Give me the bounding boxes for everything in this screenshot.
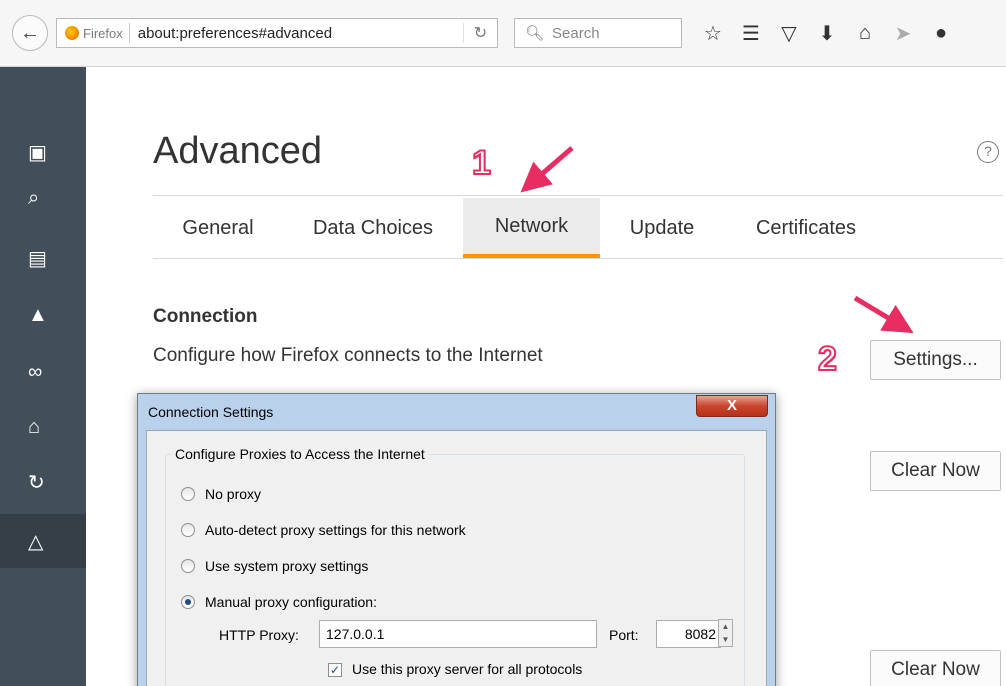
sidebar-item-privacy[interactable]: ∞ <box>0 350 86 394</box>
port-label: Port: <box>609 627 639 643</box>
rocket-icon: ▲ <box>28 303 48 326</box>
tab-certificates[interactable]: Certificates <box>724 198 888 258</box>
toolbar-icons: ☆ ☰ ▽ ⬇︎ ⌂ ➤ ● <box>694 18 960 48</box>
sync-icon: ↻ <box>28 471 45 494</box>
identity-label: Firefox <box>83 25 123 41</box>
port-input[interactable]: 8082 <box>656 620 721 648</box>
clear-now-button[interactable]: Clear Now <box>870 451 1001 491</box>
url-bar[interactable]: Firefox about:preferences#advanced ↻ <box>56 18 498 48</box>
radio-button[interactable] <box>181 487 195 501</box>
preferences-sidebar: ▣ ⌕ ▤ ▲ ∞ ⌂ ↻ △ <box>0 67 86 686</box>
share-icon[interactable]: ➤ <box>884 18 922 48</box>
help-icon[interactable]: ? <box>977 141 999 163</box>
radio-button[interactable] <box>181 559 195 573</box>
connection-settings-dialog: Connection Settings X Configure Proxies … <box>137 393 776 686</box>
radio-manual-proxy[interactable]: Manual proxy configuration: <box>181 594 377 610</box>
back-button[interactable]: ← <box>12 15 48 51</box>
sidebar-item-security[interactable]: ⌂ <box>0 405 86 449</box>
tab-data-choices[interactable]: Data Choices <box>283 198 463 258</box>
http-proxy-label: HTTP Proxy: <box>219 627 299 643</box>
search-bar[interactable]: 🔍︎ Search <box>514 18 682 48</box>
sidebar-item-search[interactable]: ⌕ <box>0 176 86 220</box>
proxy-group-label: Configure Proxies to Access the Internet <box>171 446 429 462</box>
search-icon: 🔍︎ <box>525 25 545 42</box>
divider <box>153 258 1003 259</box>
account-icon[interactable]: ● <box>922 18 960 48</box>
home-icon[interactable]: ⌂ <box>846 18 884 48</box>
radio-no-proxy[interactable]: No proxy <box>181 486 261 502</box>
use-all-checkbox[interactable]: ✓ <box>328 663 342 677</box>
dialog-title: Connection Settings <box>148 404 274 420</box>
radio-label: Use system proxy settings <box>205 558 369 574</box>
radio-button[interactable] <box>181 523 195 537</box>
arrow-1 <box>520 146 574 193</box>
use-all-label: Use this proxy server for all protocols <box>352 661 583 677</box>
reload-icon[interactable]: ↻ <box>463 23 497 43</box>
general-icon: ▣ <box>28 141 47 164</box>
close-button[interactable]: X <box>696 395 768 417</box>
connection-heading: Connection <box>153 306 258 327</box>
connection-description: Configure how Firefox connects to the In… <box>153 345 543 366</box>
dialog-body: Configure Proxies to Access the Internet… <box>146 430 767 686</box>
mask-icon: ∞ <box>28 360 43 383</box>
sidebar-item-advanced[interactable]: △ <box>0 514 86 568</box>
wizard-hat-icon: △ <box>28 530 44 553</box>
annotation-step-1: 1 <box>471 143 492 183</box>
pocket-icon[interactable]: ▽ <box>770 18 808 48</box>
http-proxy-input[interactable]: 127.0.0.1 <box>319 620 597 648</box>
arrow-2 <box>853 295 914 334</box>
document-icon: ▤ <box>28 247 47 270</box>
settings-button[interactable]: Settings... <box>870 340 1001 380</box>
radio-auto-detect[interactable]: Auto-detect proxy settings for this netw… <box>181 522 466 538</box>
bookmark-star-icon[interactable]: ☆ <box>694 18 732 48</box>
firefox-icon <box>65 26 79 40</box>
sidebar-item-applications[interactable]: ▲ <box>0 293 86 337</box>
radio-system-proxy[interactable]: Use system proxy settings <box>181 558 368 574</box>
clear-now-button[interactable]: Clear Now <box>870 650 1001 686</box>
tab-bar: General Data Choices Network Update Cert… <box>153 198 888 258</box>
sidebar-item-general[interactable]: ▣ <box>0 130 86 174</box>
page-title: Advanced <box>153 130 323 172</box>
url-text[interactable]: about:preferences#advanced <box>130 25 463 42</box>
search-icon: ⌕ <box>28 186 40 209</box>
sidebar-item-content[interactable]: ▤ <box>0 236 86 280</box>
back-arrow-icon: ← <box>20 21 40 44</box>
divider <box>153 195 1003 196</box>
download-icon[interactable]: ⬇︎ <box>808 18 846 48</box>
port-spinner[interactable]: ▲ ▼ <box>718 619 733 647</box>
chevron-down-icon[interactable]: ▼ <box>722 635 730 644</box>
chevron-up-icon[interactable]: ▲ <box>722 622 730 631</box>
tab-network[interactable]: Network <box>463 198 600 258</box>
annotation-step-2: 2 <box>817 339 838 379</box>
search-placeholder: Search <box>552 24 600 42</box>
radio-label: Auto-detect proxy settings for this netw… <box>205 522 466 538</box>
radio-label: No proxy <box>205 486 262 502</box>
browser-toolbar: ← Firefox about:preferences#advanced ↻ 🔍… <box>0 0 1006 67</box>
radio-button[interactable] <box>181 595 195 609</box>
reading-list-icon[interactable]: ☰ <box>732 18 770 48</box>
sidebar-item-sync[interactable]: ↻ <box>0 460 86 504</box>
lock-icon: ⌂ <box>28 415 41 438</box>
tab-update[interactable]: Update <box>600 198 724 258</box>
site-identity[interactable]: Firefox <box>57 23 130 43</box>
tab-general[interactable]: General <box>153 198 283 258</box>
radio-label: Manual proxy configuration: <box>205 594 377 610</box>
